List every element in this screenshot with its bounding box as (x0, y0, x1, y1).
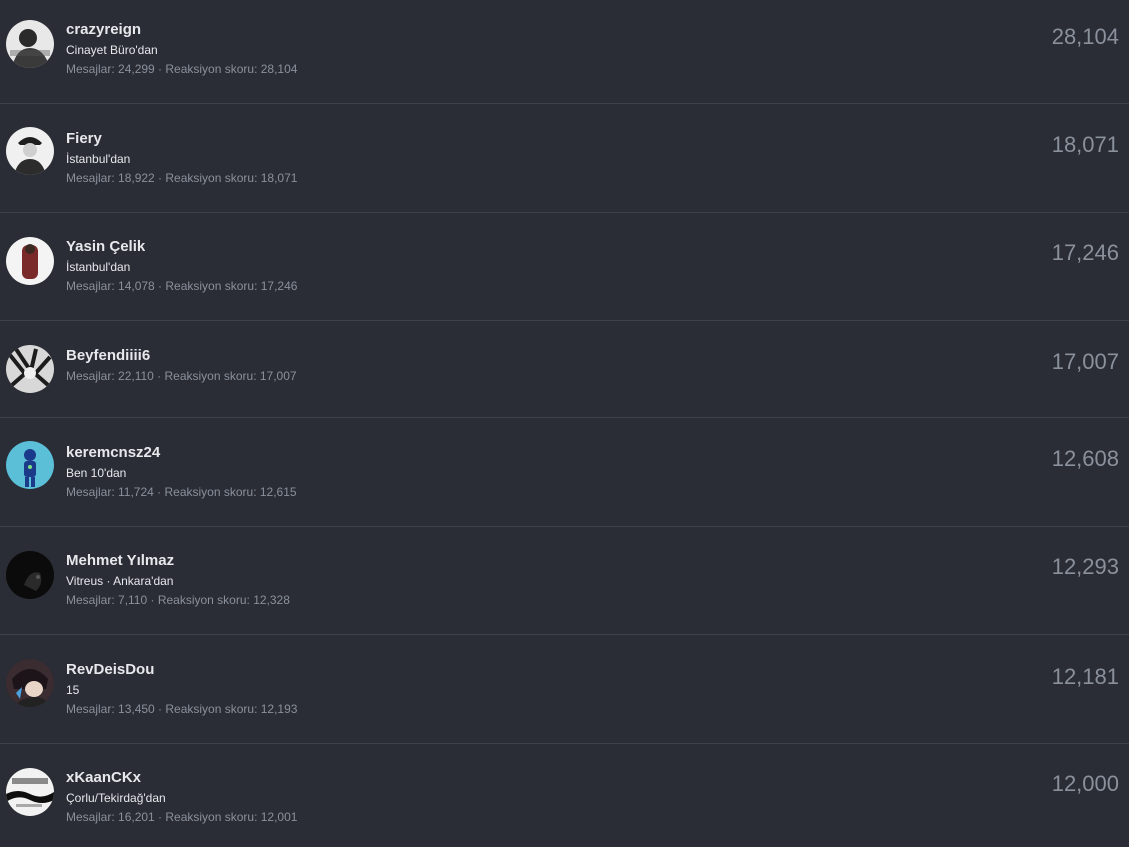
member-score: 17,007 (1051, 349, 1119, 374)
member-score: 17,246 (1051, 240, 1119, 265)
member-score: 12,181 (1051, 664, 1119, 689)
avatar[interactable] (6, 659, 54, 707)
member-stats: Mesajlar: 24,299 · Reaksiyon skoru: 28,1… (66, 62, 298, 76)
user-avatar-icon (6, 768, 54, 816)
member-location: Vitreus · Ankara'dan (66, 574, 174, 588)
member-score: 12,293 (1051, 554, 1119, 579)
member-score: 28,104 (1051, 24, 1119, 49)
avatar[interactable] (6, 551, 54, 599)
member-name[interactable]: Beyfendiiii6 (66, 347, 150, 364)
member-location: İstanbul'dan (66, 152, 131, 166)
member-name[interactable]: Yasin Çelik (66, 238, 145, 255)
member-location: İstanbul'dan (66, 260, 131, 274)
avatar[interactable] (6, 20, 54, 68)
member-location: Çorlu/Tekirdağ'dan (66, 791, 166, 805)
user-avatar-icon (6, 237, 54, 285)
member-name[interactable]: Mehmet Yılmaz (66, 552, 174, 569)
member-row: xKaanCKx Çorlu/Tekirdağ'dan Mesajlar: 16… (0, 744, 1129, 847)
member-stats: Mesajlar: 18,922 · Reaksiyon skoru: 18,0… (66, 171, 298, 185)
member-name[interactable]: keremcnsz24 (66, 444, 160, 461)
member-name[interactable]: crazyreign (66, 21, 141, 38)
member-row: Beyfendiiii6 Mesajlar: 22,110 · Reaksiyo… (0, 321, 1129, 418)
member-row: Yasin Çelik İstanbul'dan Mesajlar: 14,07… (0, 213, 1129, 321)
member-score: 12,608 (1051, 446, 1119, 471)
user-avatar-icon (6, 441, 54, 489)
member-name[interactable]: xKaanCKx (66, 769, 141, 786)
member-name[interactable]: RevDeisDou (66, 661, 154, 678)
member-location: Cinayet Büro'dan (66, 43, 158, 57)
member-row: Fiery İstanbul'dan Mesajlar: 18,922 · Re… (0, 104, 1129, 213)
member-location: 15 (66, 683, 80, 697)
member-location: Ben 10'dan (66, 466, 127, 480)
avatar[interactable] (6, 441, 54, 489)
member-stats: Mesajlar: 11,724 · Reaksiyon skoru: 12,6… (66, 485, 297, 499)
member-row: crazyreign Cinayet Büro'dan Mesajlar: 24… (0, 0, 1129, 104)
avatar[interactable] (6, 345, 54, 393)
member-stats: Mesajlar: 7,110 · Reaksiyon skoru: 12,32… (66, 593, 290, 607)
member-name[interactable]: Fiery (66, 130, 102, 147)
avatar[interactable] (6, 768, 54, 816)
member-row: RevDeisDou 15 Mesajlar: 13,450 · Reaksiy… (0, 635, 1129, 744)
member-stats: Mesajlar: 22,110 · Reaksiyon skoru: 17,0… (66, 369, 297, 383)
member-stats: Mesajlar: 14,078 · Reaksiyon skoru: 17,2… (66, 279, 298, 293)
member-stats: Mesajlar: 13,450 · Reaksiyon skoru: 12,1… (66, 702, 298, 716)
member-stats: Mesajlar: 16,201 · Reaksiyon skoru: 12,0… (66, 810, 298, 824)
avatar[interactable] (6, 127, 54, 175)
user-avatar-icon (6, 127, 54, 175)
member-row: Mehmet Yılmaz Vitreus · Ankara'dan Mesaj… (0, 527, 1129, 635)
member-row: keremcnsz24 Ben 10'dan Mesajlar: 11,724 … (0, 418, 1129, 527)
member-score: 12,000 (1051, 771, 1119, 796)
avatar[interactable] (6, 237, 54, 285)
user-avatar-icon (6, 551, 54, 599)
member-score: 18,071 (1051, 132, 1119, 157)
user-avatar-icon (6, 659, 54, 707)
user-avatar-icon (6, 20, 54, 68)
user-avatar-icon (6, 345, 54, 393)
